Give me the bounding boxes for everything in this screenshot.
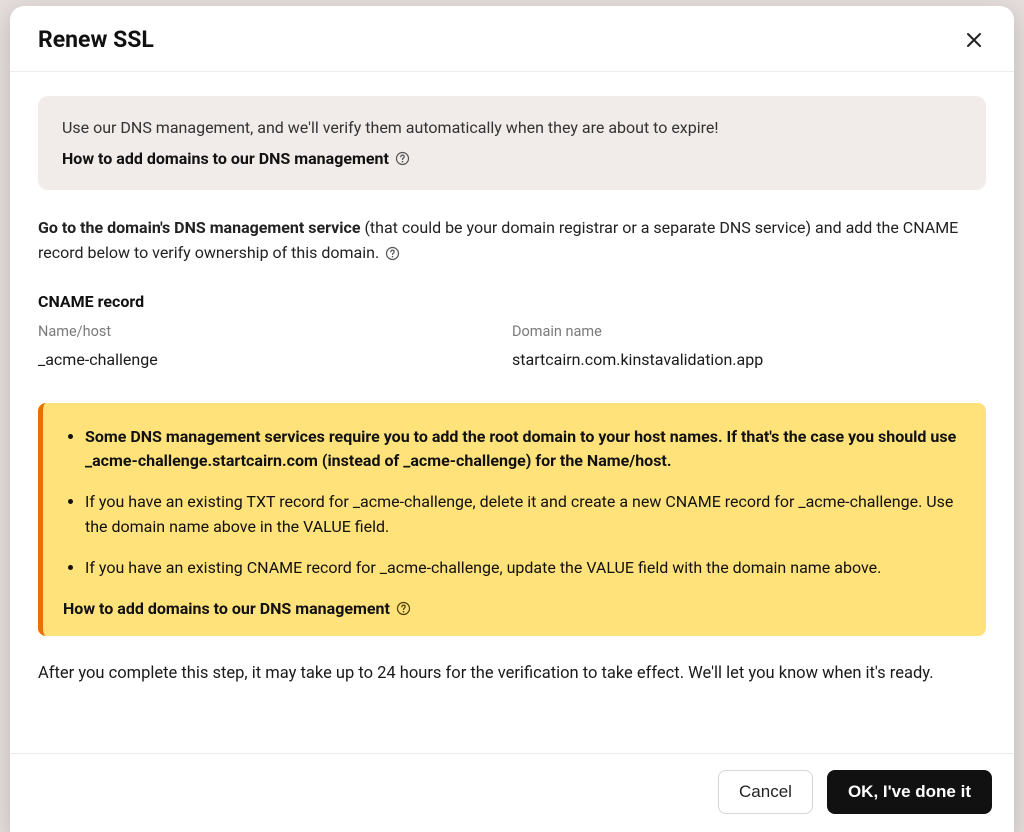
help-icon[interactable] xyxy=(385,246,400,261)
warning-list: Some DNS management services require you… xyxy=(63,425,962,581)
domain-name-value: startcairn.com.kinstavalidation.app xyxy=(512,350,986,369)
cname-section-label: CNAME record xyxy=(38,292,986,311)
banner-link-label: How to add domains to our DNS management xyxy=(62,149,389,168)
name-host-column: Name/host _acme-challenge xyxy=(38,323,512,369)
instruction-bold: Go to the domain's DNS management servic… xyxy=(38,218,360,237)
close-icon xyxy=(966,32,982,48)
close-button[interactable] xyxy=(962,28,986,52)
warning-item-cname: If you have an existing CNAME record for… xyxy=(85,556,962,581)
banner-dns-link[interactable]: How to add domains to our DNS management xyxy=(62,149,410,168)
modal-body: Use our DNS management, and we'll verify… xyxy=(10,72,1014,753)
warn1-c: (instead of _acme-challenge) for the Nam… xyxy=(318,451,672,470)
cancel-button[interactable]: Cancel xyxy=(718,770,813,814)
modal-header: Renew SSL xyxy=(10,6,1014,72)
dns-instruction: Go to the domain's DNS management servic… xyxy=(38,216,986,266)
renew-ssl-modal: Renew SSL Use our DNS management, and we… xyxy=(10,6,1014,832)
banner-text: Use our DNS management, and we'll verify… xyxy=(62,118,962,137)
warn1-b: _acme-challenge.startcairn.com xyxy=(85,451,318,470)
modal-footer: Cancel OK, I've done it xyxy=(10,753,1014,832)
domain-name-header: Domain name xyxy=(512,323,986,340)
warning-item-root-domain: Some DNS management services require you… xyxy=(85,425,962,475)
warning-link-label: How to add domains to our DNS management xyxy=(63,599,390,618)
warning-dns-link[interactable]: How to add domains to our DNS management xyxy=(63,599,411,618)
modal-title: Renew SSL xyxy=(38,26,154,53)
help-icon xyxy=(395,151,410,166)
warn1-a: Some DNS management services require you… xyxy=(85,427,956,446)
name-host-value: _acme-challenge xyxy=(38,350,512,369)
domain-name-column: Domain name startcairn.com.kinstavalidat… xyxy=(512,323,986,369)
warning-box: Some DNS management services require you… xyxy=(38,403,986,636)
cname-record-grid: Name/host _acme-challenge Domain name st… xyxy=(38,323,986,369)
after-step-text: After you complete this step, it may tak… xyxy=(38,662,986,687)
help-icon xyxy=(396,601,411,616)
dns-auto-banner: Use our DNS management, and we'll verify… xyxy=(38,96,986,190)
ok-done-button[interactable]: OK, I've done it xyxy=(827,770,992,814)
warning-item-txt: If you have an existing TXT record for _… xyxy=(85,490,962,540)
name-host-header: Name/host xyxy=(38,323,512,340)
